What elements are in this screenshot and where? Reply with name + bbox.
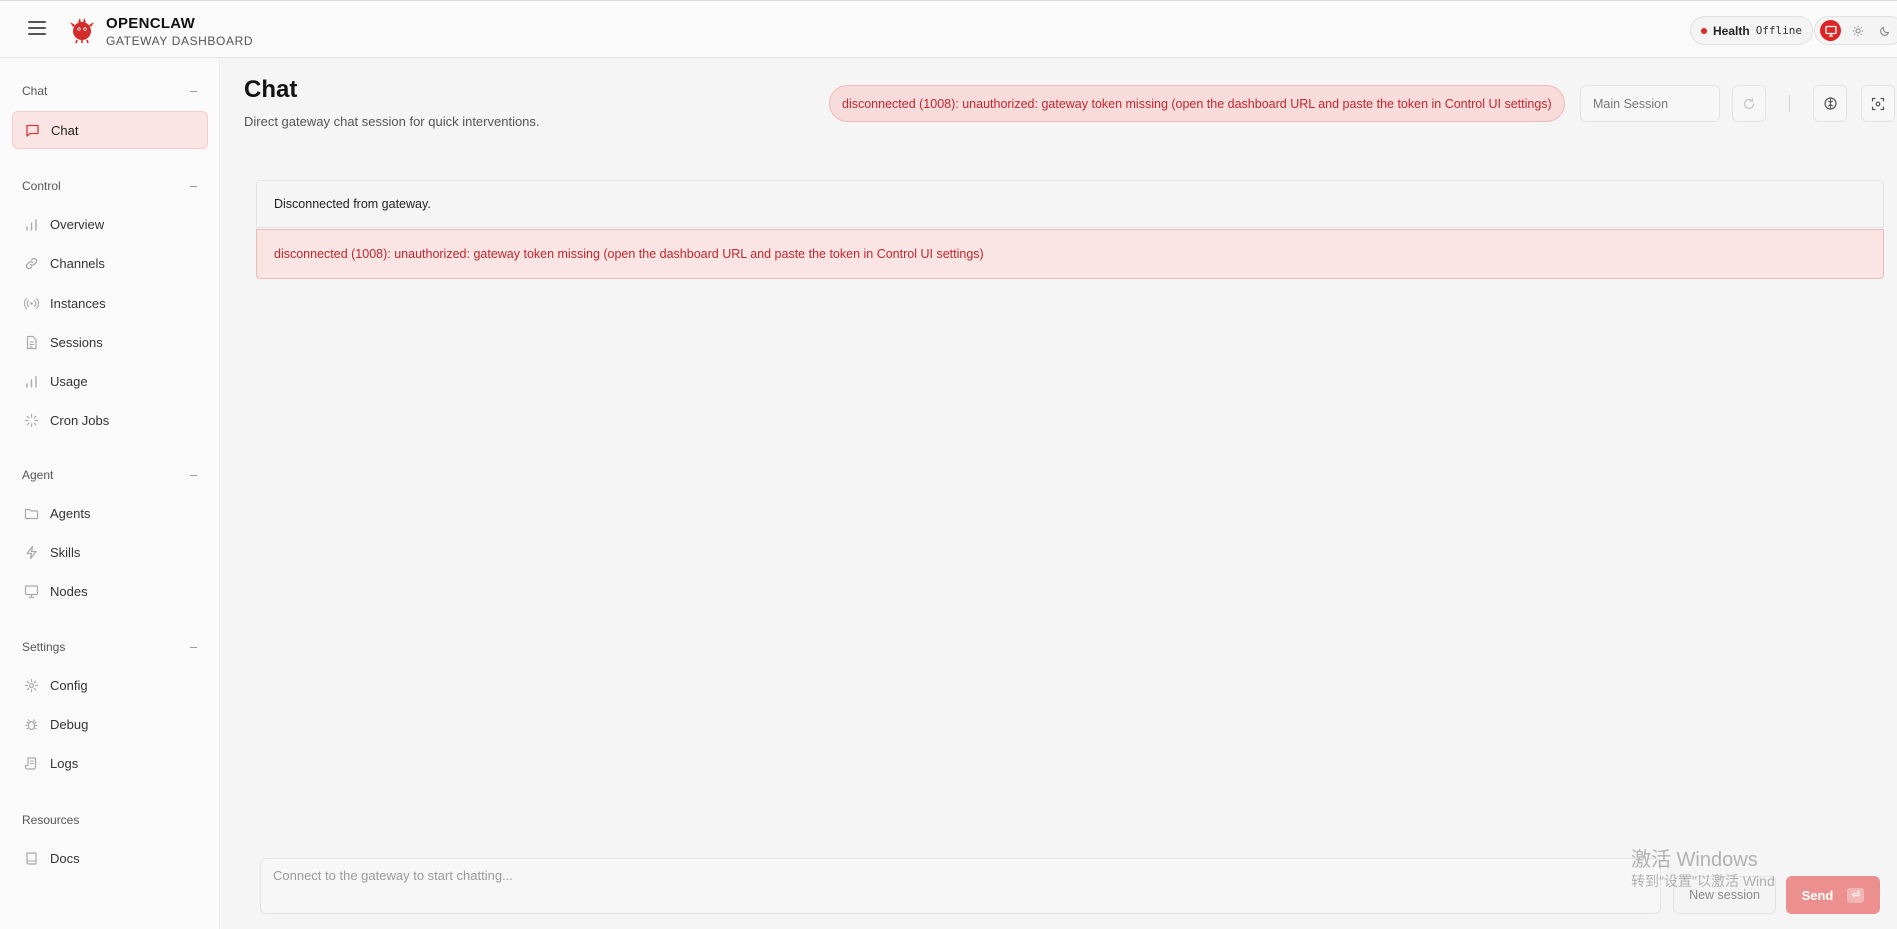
refresh-icon	[1743, 97, 1755, 109]
theme-light-button[interactable]	[1847, 20, 1868, 41]
gear-icon	[24, 678, 39, 693]
sidebar-item-skills[interactable]: Skills	[12, 533, 208, 571]
sidebar-item-logs[interactable]: Logs	[12, 744, 208, 782]
toolbar-divider	[1789, 95, 1790, 112]
openclaw-logo	[70, 18, 94, 44]
bar-chart-icon	[24, 217, 39, 232]
theme-dark-button[interactable]	[1874, 20, 1895, 41]
status-message: Disconnected from gateway.	[256, 180, 1884, 228]
bar-chart-icon	[24, 374, 39, 389]
session-select[interactable]: Main Session	[1580, 85, 1720, 122]
sidebar-item-label: Chat	[51, 122, 79, 138]
sidebar-item-label: Docs	[50, 850, 80, 866]
send-label: Send	[1801, 887, 1834, 903]
theme-switcher	[1814, 16, 1897, 45]
group-title-control: Control	[22, 179, 61, 193]
brand-name: OPENCLAW	[106, 15, 196, 32]
group-title-settings: Settings	[22, 640, 66, 654]
health-value: Offline	[1755, 24, 1803, 37]
sidebar-item-instances[interactable]: Instances	[12, 284, 208, 322]
focus-mode-button[interactable]	[1861, 85, 1895, 122]
sidebar-item-docs[interactable]: Docs	[12, 839, 208, 877]
sidebar-item-label: Nodes	[50, 583, 88, 599]
status-dot-icon	[1701, 27, 1707, 34]
sidebar-item-nodes[interactable]: Nodes	[12, 572, 208, 610]
top-bar: OPENCLAW GATEWAY DASHBOARD Health Offlin…	[0, 0, 1897, 58]
collapse-settings-button[interactable]	[190, 647, 197, 648]
send-button[interactable]: Send ⏎	[1786, 876, 1880, 914]
sidebar-item-label: Logs	[50, 755, 79, 771]
brand-subtitle: GATEWAY DASHBOARD	[106, 34, 254, 48]
sidebar-item-sessions[interactable]: Sessions	[12, 323, 208, 361]
sidebar-item-label: Sessions	[50, 334, 103, 350]
sidebar-item-label: Config	[50, 677, 88, 693]
folder-icon	[24, 506, 39, 521]
error-message: disconnected (1008): unauthorized: gatew…	[256, 229, 1884, 279]
page-title: Chat	[244, 76, 298, 103]
theme-system-button[interactable]	[1820, 20, 1841, 41]
sidebar-item-label: Agents	[50, 505, 91, 521]
sidebar-item-overview[interactable]: Overview	[12, 205, 208, 243]
sidebar-item-debug[interactable]: Debug	[12, 705, 208, 743]
sidebar-item-label: Cron Jobs	[50, 412, 110, 428]
moon-icon	[1879, 26, 1889, 36]
group-title-chat: Chat	[22, 84, 48, 98]
sidebar-item-channels[interactable]: Channels	[12, 244, 208, 282]
health-status: Health Offline	[1690, 16, 1814, 45]
watermark-line-1: 激活 Windows	[1631, 849, 1758, 871]
link-icon	[24, 256, 39, 271]
focus-icon	[1871, 97, 1885, 110]
brain-icon	[1823, 97, 1837, 110]
sidebar: Chat Chat Control Overview Channels Inst…	[0, 58, 220, 929]
group-title-resources: Resources	[22, 813, 80, 827]
collapse-control-button[interactable]	[190, 186, 197, 187]
group-title-agent: Agent	[22, 468, 54, 482]
monitor-icon	[1824, 25, 1837, 37]
sidebar-item-label: Instances	[50, 295, 106, 311]
message-input[interactable]: Connect to the gateway to start chatting…	[260, 858, 1661, 914]
sidebar-item-agents[interactable]: Agents	[12, 494, 208, 532]
loader-icon	[24, 413, 39, 428]
zap-icon	[24, 545, 39, 560]
page-subtitle: Direct gateway chat session for quick in…	[244, 114, 540, 129]
enter-key-icon: ⏎	[1847, 887, 1865, 903]
sidebar-item-usage[interactable]: Usage	[12, 362, 208, 400]
sidebar-item-config[interactable]: Config	[12, 666, 208, 704]
sidebar-item-label: Debug	[50, 716, 89, 732]
monitor-icon	[24, 584, 39, 599]
watermark-line-2: 转到"设置"以激活 Wind	[1631, 873, 1775, 889]
sidebar-item-label: Overview	[50, 216, 105, 232]
sidebar-item-label: Skills	[50, 544, 81, 560]
sidebar-item-label: Channels	[50, 255, 105, 271]
thinking-toggle-button[interactable]	[1813, 85, 1847, 122]
refresh-button[interactable]	[1732, 85, 1766, 122]
collapse-chat-button[interactable]	[190, 91, 197, 92]
book-icon	[24, 851, 39, 866]
bug-icon	[24, 717, 39, 732]
collapse-agent-button[interactable]	[190, 475, 197, 476]
sidebar-item-cron-jobs[interactable]: Cron Jobs	[12, 401, 208, 439]
scroll-icon	[24, 756, 39, 771]
sidebar-item-chat[interactable]: Chat	[12, 111, 208, 149]
menu-icon[interactable]	[28, 21, 46, 37]
message-square-icon	[25, 123, 40, 138]
radio-icon	[24, 296, 39, 311]
sun-icon	[1852, 25, 1863, 36]
health-label: Health	[1713, 23, 1750, 38]
connection-error-pill: disconnected (1008): unauthorized: gatew…	[829, 85, 1565, 122]
sidebar-item-label: Usage	[50, 373, 88, 389]
file-text-icon	[24, 335, 39, 350]
